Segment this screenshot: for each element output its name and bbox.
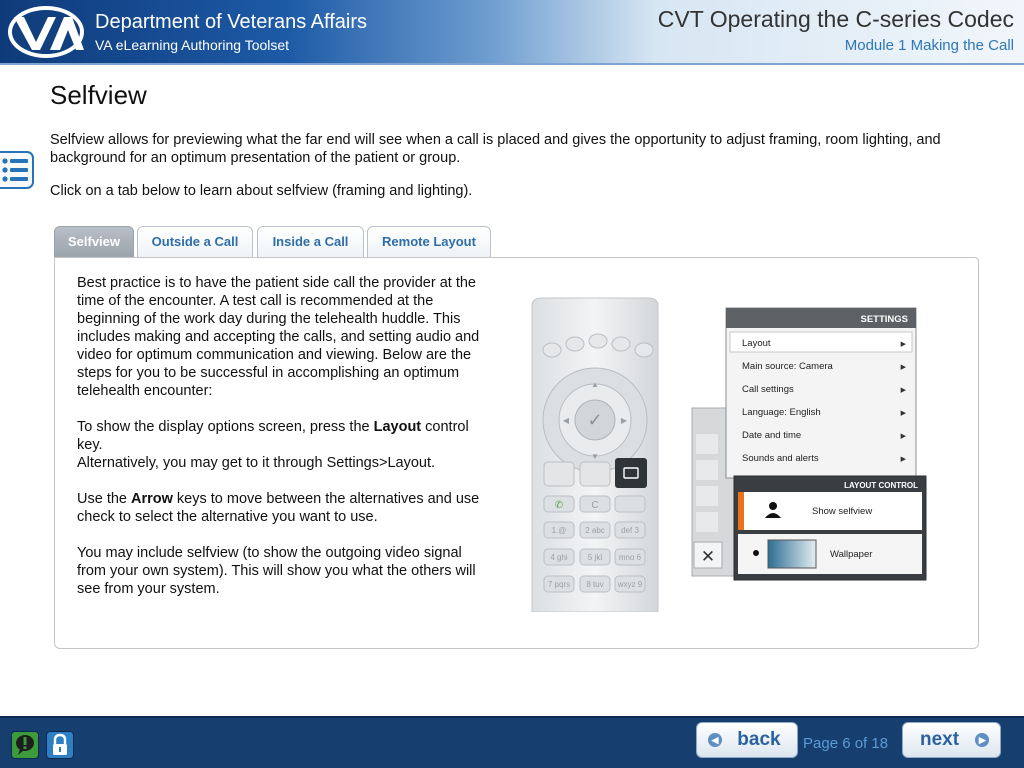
svg-text:Date and time: Date and time — [742, 430, 801, 441]
exclamation-icon[interactable] — [11, 731, 39, 759]
footer-bar: ◀ back Page 6 of 18 next ▶ — [0, 716, 1024, 768]
layout-control-menu: LAYOUT CONTROL Show selfview Wallpaper — [733, 475, 927, 581]
remote-and-menu-illustration: ✓ ▲ ▼ ◀ ▶ ✆ C 1.@ 2 abc def 3 4 ghi 5 jk… — [531, 297, 927, 612]
next-button-label: next — [920, 729, 960, 750]
tab-panel-selfview: Best practice is to have the patient sid… — [54, 257, 979, 649]
remote-control: ✓ ▲ ▼ ◀ ▶ ✆ C 1.@ 2 abc def 3 4 ghi 5 jk… — [531, 297, 659, 612]
svg-text:wxyz 9: wxyz 9 — [617, 580, 643, 589]
svg-text:2 abc: 2 abc — [585, 526, 605, 535]
next-arrow-icon: ▶ — [975, 733, 990, 747]
svg-text:5 jkl: 5 jkl — [588, 553, 602, 562]
back-button-label: back — [737, 729, 781, 750]
instruction-text: Click on a tab below to learn about self… — [50, 183, 473, 199]
page-title: Selfview — [50, 80, 147, 110]
next-button[interactable]: next ▶ — [902, 722, 1001, 758]
svg-text:Show selfview: Show selfview — [812, 506, 872, 517]
lock-icon[interactable] — [46, 731, 74, 759]
svg-text:✓: ✓ — [587, 410, 602, 430]
panel-paragraph-selfview: You may include selfview (to show the ou… — [77, 545, 476, 597]
svg-text:4 ghi: 4 ghi — [550, 553, 568, 562]
menu-button[interactable] — [0, 151, 34, 189]
panel-paragraph-best-practice: Best practice is to have the patient sid… — [77, 275, 480, 399]
settings-menu: SETTINGS Layout Main source: Camera Call… — [725, 307, 917, 479]
svg-text:Sounds and alerts: Sounds and alerts — [742, 453, 819, 464]
va-logo-icon — [8, 6, 84, 58]
svg-text:LAYOUT CONTROL: LAYOUT CONTROL — [844, 481, 918, 490]
svg-text:▶: ▶ — [901, 410, 907, 417]
svg-text:SETTINGS: SETTINGS — [860, 314, 908, 325]
org-name: Department of Veterans Affairs — [95, 11, 368, 33]
svg-text:Layout: Layout — [742, 338, 771, 349]
back-arrow-icon: ◀ — [708, 733, 722, 747]
svg-text:7 pqrs: 7 pqrs — [548, 580, 570, 589]
panel-paragraph-arrow: Use the Arrow keys to move between the a… — [77, 491, 480, 525]
intro-text: Selfview allows for previewing what the … — [50, 132, 941, 166]
svg-text:C: C — [591, 500, 598, 511]
tab-inside-a-call[interactable]: Inside a Call — [257, 226, 364, 258]
panel-text: Best practice is to have the patient sid… — [77, 274, 482, 616]
svg-text:▶: ▶ — [901, 387, 907, 394]
svg-text:▶: ▶ — [901, 364, 907, 371]
panel-paragraph-layout: To show the display options screen, pres… — [77, 419, 469, 471]
svg-text:◀: ◀ — [563, 416, 570, 425]
svg-text:8 tuv: 8 tuv — [586, 580, 603, 589]
svg-text:▶: ▶ — [901, 456, 907, 463]
tab-selfview[interactable]: Selfview — [54, 226, 134, 258]
layout-key-name: Layout — [373, 419, 422, 435]
course-title: CVT Operating the C-series Codec — [657, 6, 1014, 32]
back-button[interactable]: ◀ back — [696, 722, 798, 758]
tab-outside-a-call[interactable]: Outside a Call — [137, 226, 253, 258]
svg-text:▶: ▶ — [901, 341, 907, 348]
svg-text:✕: ✕ — [701, 547, 715, 566]
arrow-key-name: Arrow — [131, 491, 173, 507]
module-title: Module 1 Making the Call — [844, 37, 1014, 54]
svg-text:▶: ▶ — [621, 416, 628, 425]
svg-text:mno 6: mno 6 — [619, 553, 642, 562]
svg-text:Call settings: Call settings — [742, 384, 794, 395]
svg-text:▶: ▶ — [901, 433, 907, 440]
svg-text:def 3: def 3 — [621, 526, 639, 535]
page-indicator: Page 6 of 18 — [803, 735, 889, 752]
header-banner: Department of Veterans Affairs VA eLearn… — [0, 0, 1024, 65]
svg-text:▲: ▲ — [591, 380, 599, 389]
svg-text:✆: ✆ — [555, 500, 563, 511]
svg-text:1.@: 1.@ — [552, 526, 567, 535]
tab-remote-layout[interactable]: Remote Layout — [367, 226, 491, 258]
org-subtitle: VA eLearning Authoring Toolset — [95, 37, 290, 53]
svg-text:Wallpaper: Wallpaper — [830, 549, 872, 560]
svg-text:▼: ▼ — [591, 452, 599, 461]
list-menu-icon — [2, 158, 28, 182]
svg-text:Main source: Camera: Main source: Camera — [742, 361, 834, 372]
svg-text:Language: English: Language: English — [742, 407, 821, 418]
